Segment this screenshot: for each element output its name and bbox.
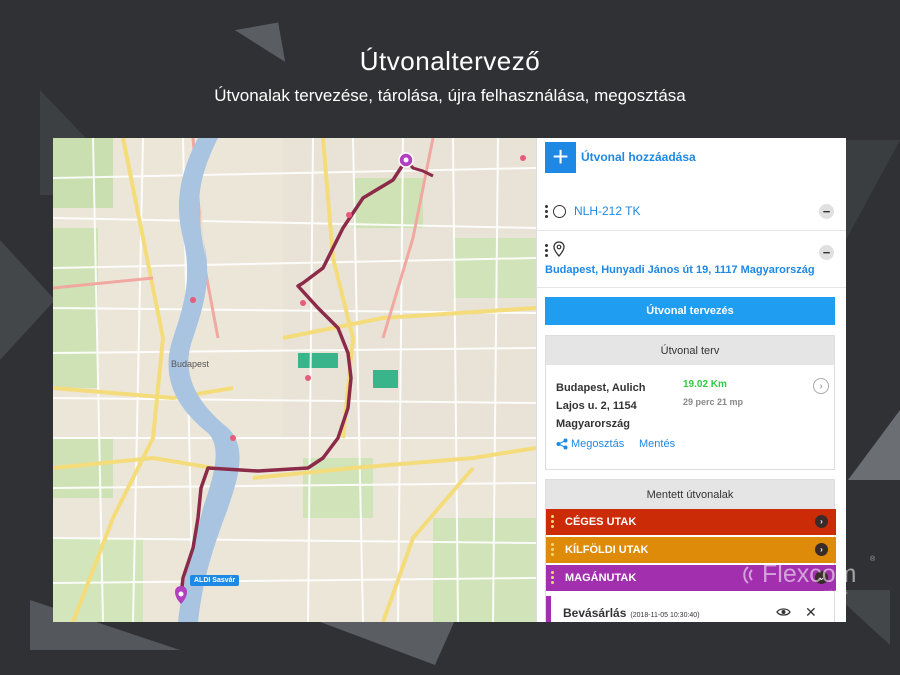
category-ceges-utak[interactable]: CÉGES UTAK › xyxy=(546,509,836,535)
save-button[interactable]: Mentés xyxy=(639,438,675,450)
bg-triangle xyxy=(0,240,55,360)
page-title: Útvonaltervező xyxy=(359,46,541,76)
signal-icon xyxy=(743,565,753,584)
registered-icon: ® xyxy=(870,556,876,563)
chevron-right-icon[interactable]: › xyxy=(813,378,829,394)
app-window: Budapest ALDI Sasvár + Útvonal hozzáadás… xyxy=(53,138,846,622)
drag-handle-icon[interactable] xyxy=(551,515,554,530)
route-duration: 29 perc 21 mp xyxy=(683,397,744,407)
category-label[interactable]: KÍLFÖLDI UTAK xyxy=(565,544,649,556)
bg-triangle xyxy=(315,620,455,665)
drag-handle-icon[interactable] xyxy=(551,571,554,586)
chevron-right-icon[interactable]: › xyxy=(815,515,828,528)
location-pin-icon xyxy=(553,241,565,257)
eye-icon[interactable] xyxy=(776,607,791,617)
map-city-label: Budapest xyxy=(171,359,210,369)
drag-handle-icon[interactable] xyxy=(545,244,548,259)
chevron-right-icon[interactable]: › xyxy=(815,543,828,556)
category-label[interactable]: CÉGES UTAK xyxy=(565,516,636,528)
brand-watermark: Flexcom solutions ® xyxy=(740,556,875,596)
saved-route-date: (2018-11-05 10:30:40) xyxy=(630,612,700,619)
waypoint-row[interactable]: NLH-212 TK − xyxy=(537,193,846,231)
add-route-button[interactable]: + xyxy=(545,141,576,173)
share-icon xyxy=(556,438,568,450)
saved-route-title: Bevásárlás xyxy=(563,606,627,620)
add-route-row[interactable]: + Útvonal hozzáadása xyxy=(545,141,696,173)
saved-routes-card: Mentett útvonalak CÉGES UTAK › KÍLFÖLDI … xyxy=(545,479,836,622)
route-panel: + Útvonal hozzáadása NLH-212 TK − Budape… xyxy=(536,138,846,622)
plus-icon: + xyxy=(552,141,569,172)
bg-triangle xyxy=(848,410,900,480)
add-route-label[interactable]: Útvonal hozzáadása xyxy=(581,150,696,164)
saved-route-name: Bevásárlás (2018-11-05 10:30:40) xyxy=(563,606,700,620)
remove-waypoint-button[interactable]: − xyxy=(819,245,834,260)
route-distance: 19.02 Km xyxy=(683,379,727,390)
route-plan-header: Útvonal terv xyxy=(546,336,834,365)
plan-route-button[interactable]: Útvonal tervezés xyxy=(545,297,835,325)
drag-handle-icon[interactable] xyxy=(551,543,554,558)
category-label[interactable]: MAGÁNUTAK xyxy=(565,572,636,584)
saved-route-item[interactable]: Bevásárlás (2018-11-05 10:30:40) ✕ xyxy=(546,596,836,622)
map-pin-label: ALDI Sasvár xyxy=(190,575,240,586)
saved-routes-header: Mentett útvonalak xyxy=(546,480,834,509)
page-subtitle: Útvonalak tervezése, tárolása, újra felh… xyxy=(214,86,686,105)
brand-name: Flexcom xyxy=(762,560,857,588)
share-label[interactable]: Megosztás xyxy=(571,438,624,450)
waypoint-label[interactable]: Budapest, Hunyadi János út 19, 1117 Magy… xyxy=(545,264,815,276)
map-view[interactable]: Budapest ALDI Sasvár xyxy=(53,138,536,622)
route-plan-address: Budapest, Aulich Lajos u. 2, 1154 Magyar… xyxy=(556,382,646,430)
bg-triangle xyxy=(846,140,900,240)
drag-handle-icon[interactable] xyxy=(545,205,548,220)
route-plan-card: Útvonal terv Budapest, Aulich Lajos u. 2… xyxy=(545,335,835,470)
brand-tagline: solutions xyxy=(824,590,848,596)
close-icon[interactable]: ✕ xyxy=(805,604,817,621)
waypoint-label[interactable]: NLH-212 TK xyxy=(574,204,640,218)
waypoint-row[interactable]: Budapest, Hunyadi János út 19, 1117 Magy… xyxy=(537,232,846,288)
circle-icon xyxy=(553,205,566,218)
remove-waypoint-button[interactable]: − xyxy=(819,204,834,219)
share-button[interactable]: Megosztás xyxy=(556,438,624,450)
map-canvas xyxy=(53,138,536,622)
